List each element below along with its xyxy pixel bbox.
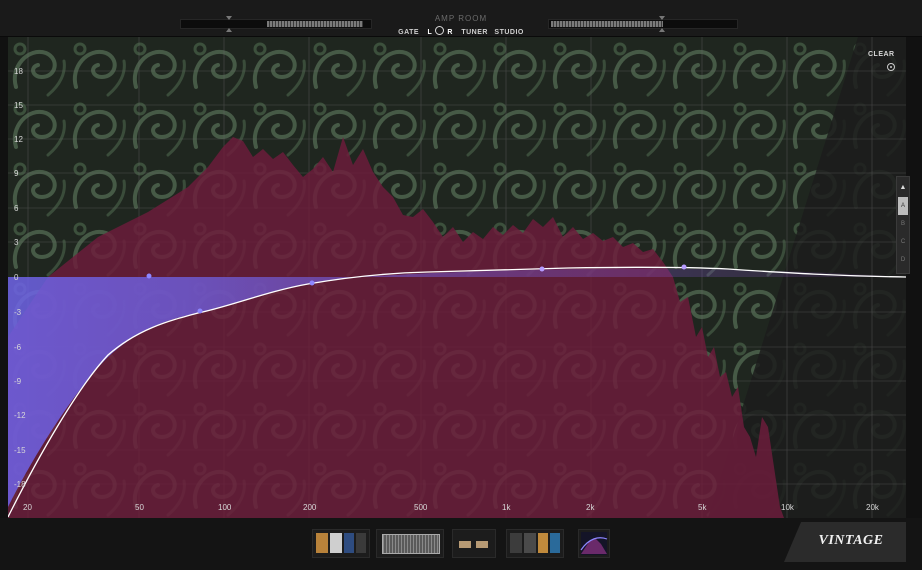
- eq-node-5[interactable]: [681, 264, 687, 270]
- eq-graph[interactable]: 18 15 12 9 6 3 0 -3 -6 -9 -12 -15 -18 CL…: [8, 37, 906, 518]
- y-axis-label: 3: [14, 238, 19, 247]
- slot-d-button[interactable]: D: [898, 251, 908, 269]
- amp-thumbnail[interactable]: [376, 529, 444, 558]
- lr-switch[interactable]: LR: [426, 26, 455, 36]
- slot-c-button[interactable]: C: [898, 233, 908, 251]
- pedal-icon: [524, 533, 536, 553]
- up-arrow-icon[interactable]: ▲: [898, 179, 908, 197]
- y-axis-label: 9: [14, 169, 19, 178]
- eq-node-1[interactable]: [146, 273, 152, 279]
- x-axis-label: 20k: [866, 503, 879, 512]
- preset-name: VINTAGE: [818, 533, 884, 548]
- right-channel-label: R: [447, 29, 453, 36]
- speaker-icon: [476, 541, 488, 548]
- effects-chain-thumbnail[interactable]: [506, 529, 564, 558]
- pedal-icon: [538, 533, 548, 553]
- gate-button[interactable]: GATE: [398, 29, 419, 36]
- top-bar: AMP ROOM GATE LR TUNER STUDIO: [0, 0, 922, 37]
- cabinet-thumbnail[interactable]: [452, 529, 496, 558]
- y-axis-label: 15: [14, 101, 23, 110]
- x-axis-label: 5k: [698, 503, 707, 512]
- slot-a-button[interactable]: A: [898, 197, 908, 215]
- y-axis-label: -6: [14, 343, 22, 352]
- y-axis-label: -3: [14, 308, 22, 317]
- eq-node-3[interactable]: [309, 280, 315, 286]
- y-axis-label: 18: [14, 67, 23, 76]
- studio-button[interactable]: STUDIO: [494, 29, 523, 36]
- x-axis-label: 200: [303, 503, 317, 512]
- eq-node-4[interactable]: [539, 266, 545, 272]
- pedal-icon: [510, 533, 522, 553]
- speaker-icon: [459, 541, 471, 548]
- lr-knob-icon: [435, 26, 445, 35]
- y-axis-label: -12: [14, 411, 26, 420]
- y-axis-label: -9: [14, 377, 22, 386]
- eq-node-2[interactable]: [197, 308, 203, 314]
- side-preset-panel: ▲ A B C D: [896, 176, 910, 274]
- y-axis-label: 6: [14, 204, 19, 213]
- x-axis-label: 100: [218, 503, 232, 512]
- y-axis-label: 12: [14, 135, 23, 144]
- pedal-icon: [356, 533, 366, 553]
- eq-mini-icon: [580, 532, 608, 555]
- x-axis-label: 1k: [502, 503, 511, 512]
- pedal-icon: [550, 533, 560, 553]
- eq-graph-canvas: [8, 37, 906, 518]
- x-axis-label: 500: [414, 503, 428, 512]
- y-axis-label: 0: [14, 273, 19, 282]
- eq-thumbnail[interactable]: [578, 529, 610, 558]
- y-axis-label: -15: [14, 446, 26, 455]
- pedal-icon: [330, 533, 342, 553]
- clear-button[interactable]: CLEAR: [868, 51, 895, 58]
- x-axis-label: 20: [23, 503, 32, 512]
- x-axis-label: 50: [135, 503, 144, 512]
- clear-radio-icon[interactable]: [887, 63, 895, 71]
- pedal-icon: [344, 533, 354, 553]
- x-axis-label: 10k: [781, 503, 794, 512]
- y-axis-label: -18: [14, 480, 26, 489]
- pedal-chain-thumbnail[interactable]: [312, 529, 370, 558]
- top-nav: GATE LR TUNER STUDIO: [0, 26, 922, 36]
- amp-head-icon: [382, 534, 440, 554]
- pedal-icon: [316, 533, 328, 553]
- app-title: AMP ROOM: [434, 14, 488, 23]
- slot-b-button[interactable]: B: [898, 215, 908, 233]
- left-channel-label: L: [427, 29, 433, 36]
- tuner-button[interactable]: TUNER: [461, 29, 488, 36]
- x-axis-label: 2k: [586, 503, 595, 512]
